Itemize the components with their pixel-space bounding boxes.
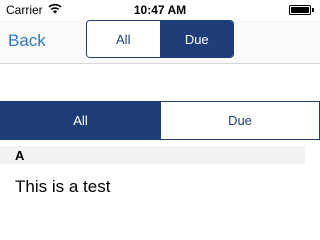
nav-segment-due[interactable]: Due: [159, 21, 233, 57]
battery-fill: [291, 7, 309, 13]
status-bar: Carrier 10:47 AM: [0, 0, 320, 20]
section-title: A: [15, 148, 25, 163]
nav-segmented-control: All Due: [86, 20, 234, 58]
navigation-bar: Back All Due: [0, 20, 320, 64]
list-item-label: This is a test: [15, 177, 111, 196]
status-time: 10:47 AM: [133, 3, 187, 17]
section-header: A: [0, 146, 305, 164]
list-item[interactable]: This is a test: [0, 168, 320, 204]
filter-segment-due[interactable]: Due: [160, 102, 319, 139]
battery-icon: [289, 5, 311, 15]
nav-segment-all[interactable]: All: [87, 21, 160, 57]
battery-cap: [312, 8, 314, 12]
filter-segmented-control: All Due: [0, 101, 320, 140]
back-button[interactable]: Back: [8, 31, 46, 51]
filter-segment-all[interactable]: All: [1, 102, 160, 139]
